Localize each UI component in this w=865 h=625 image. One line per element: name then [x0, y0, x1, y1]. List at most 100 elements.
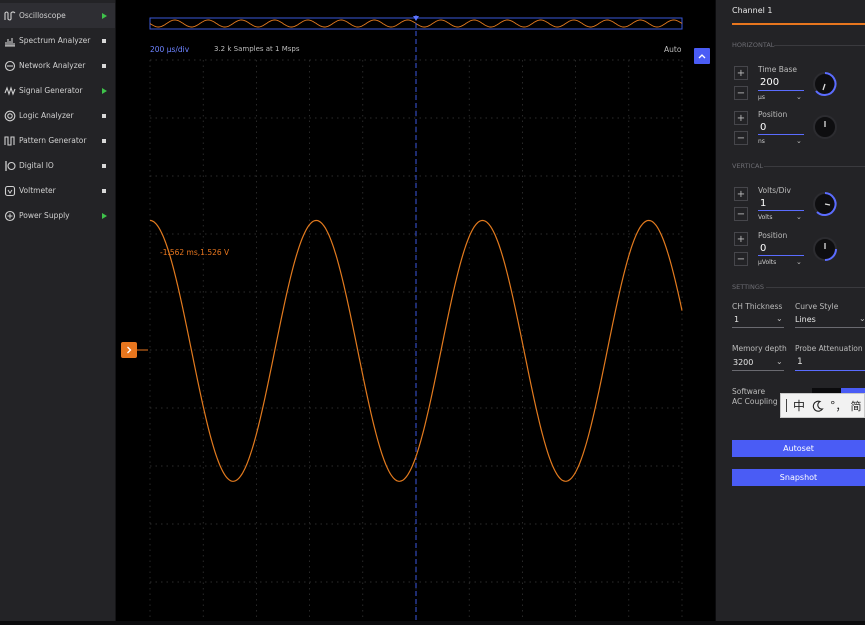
time-base-unit-select[interactable]: µs: [758, 94, 765, 101]
chevron-down-icon[interactable]: ⌄: [796, 213, 802, 221]
sample-rate-label: 3.2 k Samples at 1 Msps: [214, 45, 300, 53]
chevron-right-icon: [127, 346, 132, 354]
network-icon: [4, 60, 16, 72]
power-supply-icon: [4, 210, 16, 222]
software-label: Software: [732, 387, 766, 396]
input-underline: [758, 210, 804, 211]
select-underline: [732, 327, 784, 328]
plot-canvas[interactable]: [116, 0, 715, 621]
moon-icon[interactable]: [812, 400, 824, 412]
sidebar-item-oscilloscope[interactable]: Oscilloscope: [0, 3, 115, 28]
ime-mode-char[interactable]: 中: [793, 397, 805, 414]
curve-style-label: Curve Style: [795, 302, 839, 311]
section-divider: [764, 166, 865, 167]
volts-div-label: Volts/Div: [758, 186, 791, 195]
v-position-decrease-button[interactable]: −: [734, 252, 748, 266]
sidebar: Oscilloscope Spectrum Analyzer Network A…: [0, 0, 115, 621]
input-underline: [758, 134, 804, 135]
stop-status-icon[interactable]: [99, 113, 109, 118]
ime-simplified-char[interactable]: 简: [851, 398, 862, 414]
settings-section-header: SETTINGS: [732, 283, 765, 291]
sidebar-item-label: Pattern Generator: [19, 136, 87, 145]
h-position-knob[interactable]: [812, 114, 838, 140]
volts-div-increase-button[interactable]: +: [734, 187, 748, 201]
digital-io-icon: [4, 160, 16, 172]
section-divider: [774, 45, 865, 46]
volts-div-input[interactable]: 1: [760, 198, 766, 209]
chevron-down-icon[interactable]: ⌄: [776, 357, 783, 366]
chevron-down-icon[interactable]: ⌄: [776, 314, 783, 323]
volts-div-unit-select[interactable]: Volts: [758, 214, 772, 221]
vertical-section-header: VERTICAL: [732, 162, 764, 170]
volts-div-knob[interactable]: [812, 191, 838, 217]
sidebar-item-digital-io[interactable]: Digital IO: [0, 153, 115, 178]
oscilloscope-icon: [4, 10, 16, 22]
chevron-up-icon: [698, 54, 706, 59]
ime-punct-char[interactable]: ，: [836, 398, 847, 414]
sidebar-item-power-supply[interactable]: Power Supply: [0, 203, 115, 228]
stop-status-icon[interactable]: [99, 38, 109, 43]
volts-div-decrease-button[interactable]: −: [734, 207, 748, 221]
v-position-input[interactable]: 0: [760, 243, 766, 254]
chevron-down-icon[interactable]: ⌄: [796, 137, 802, 145]
thickness-select[interactable]: 1: [734, 315, 739, 324]
stop-status-icon[interactable]: [99, 163, 109, 168]
stop-status-icon[interactable]: [99, 63, 109, 68]
curve-style-select[interactable]: Lines: [795, 315, 816, 324]
time-base-knob[interactable]: [812, 71, 838, 97]
stop-status-icon[interactable]: [99, 188, 109, 193]
input-underline: [758, 255, 804, 256]
run-status-icon[interactable]: [99, 87, 109, 94]
sidebar-item-label: Network Analyzer: [19, 61, 86, 70]
logic-analyzer-icon: [4, 110, 16, 122]
sidebar-item-label: Power Supply: [19, 211, 70, 220]
sidebar-item-label: Voltmeter: [19, 186, 56, 195]
channel-title: Channel 1: [732, 6, 773, 15]
h-position-input[interactable]: 0: [760, 122, 766, 133]
sidebar-item-label: Signal Generator: [19, 86, 83, 95]
oscilloscope-plot[interactable]: 200 µs/div 3.2 k Samples at 1 Msps Auto …: [116, 0, 715, 621]
ime-handle: [786, 399, 787, 412]
v-position-increase-button[interactable]: +: [734, 232, 748, 246]
chevron-down-icon[interactable]: ⌄: [859, 314, 865, 323]
run-status-icon[interactable]: [99, 212, 109, 219]
v-position-label: Position: [758, 231, 788, 240]
input-underline: [795, 370, 865, 371]
collapse-button[interactable]: [694, 48, 710, 64]
stop-status-icon[interactable]: [99, 138, 109, 143]
sidebar-item-logic-analyzer[interactable]: Logic Analyzer: [0, 103, 115, 128]
probe-attenuation-input[interactable]: 1: [797, 357, 803, 367]
run-status-icon[interactable]: [99, 12, 109, 19]
chevron-down-icon[interactable]: ⌄: [796, 93, 802, 101]
sidebar-item-spectrum-analyzer[interactable]: Spectrum Analyzer: [0, 28, 115, 53]
time-base-increase-button[interactable]: +: [734, 66, 748, 80]
h-position-increase-button[interactable]: +: [734, 111, 748, 125]
h-position-label: Position: [758, 110, 788, 119]
time-base-decrease-button[interactable]: −: [734, 86, 748, 100]
chevron-down-icon[interactable]: ⌄: [796, 258, 802, 266]
sidebar-item-signal-generator[interactable]: Signal Generator: [0, 78, 115, 103]
voltmeter-icon: [4, 185, 16, 197]
ime-toolbar[interactable]: 中 ° ， 简: [780, 393, 865, 418]
h-position-unit-select[interactable]: ns: [758, 138, 765, 145]
memory-depth-select[interactable]: 3200: [733, 358, 753, 367]
sidebar-item-voltmeter[interactable]: Voltmeter: [0, 178, 115, 203]
sidebar-item-label: Logic Analyzer: [19, 111, 74, 120]
autoset-button[interactable]: Autoset: [732, 440, 865, 457]
v-position-knob[interactable]: [812, 236, 838, 262]
sidebar-item-label: Spectrum Analyzer: [19, 36, 91, 45]
select-underline: [732, 370, 784, 371]
trigger-mode-label: Auto: [664, 45, 682, 54]
time-division-label: 200 µs/div: [150, 45, 190, 54]
horizontal-section-header: HORIZONTAL: [732, 41, 775, 49]
sidebar-item-pattern-generator[interactable]: Pattern Generator: [0, 128, 115, 153]
input-underline: [758, 90, 804, 91]
v-position-unit-select[interactable]: µVolts: [758, 259, 776, 266]
cursor-readout: -1.562 ms,1.526 V: [160, 248, 230, 257]
sidebar-item-network-analyzer[interactable]: Network Analyzer: [0, 53, 115, 78]
ac-coupling-label: AC Coupling: [732, 397, 778, 406]
h-position-decrease-button[interactable]: −: [734, 131, 748, 145]
time-base-input[interactable]: 200: [760, 77, 779, 88]
channel-1-marker[interactable]: [121, 342, 137, 358]
snapshot-button[interactable]: Snapshot: [732, 469, 865, 486]
